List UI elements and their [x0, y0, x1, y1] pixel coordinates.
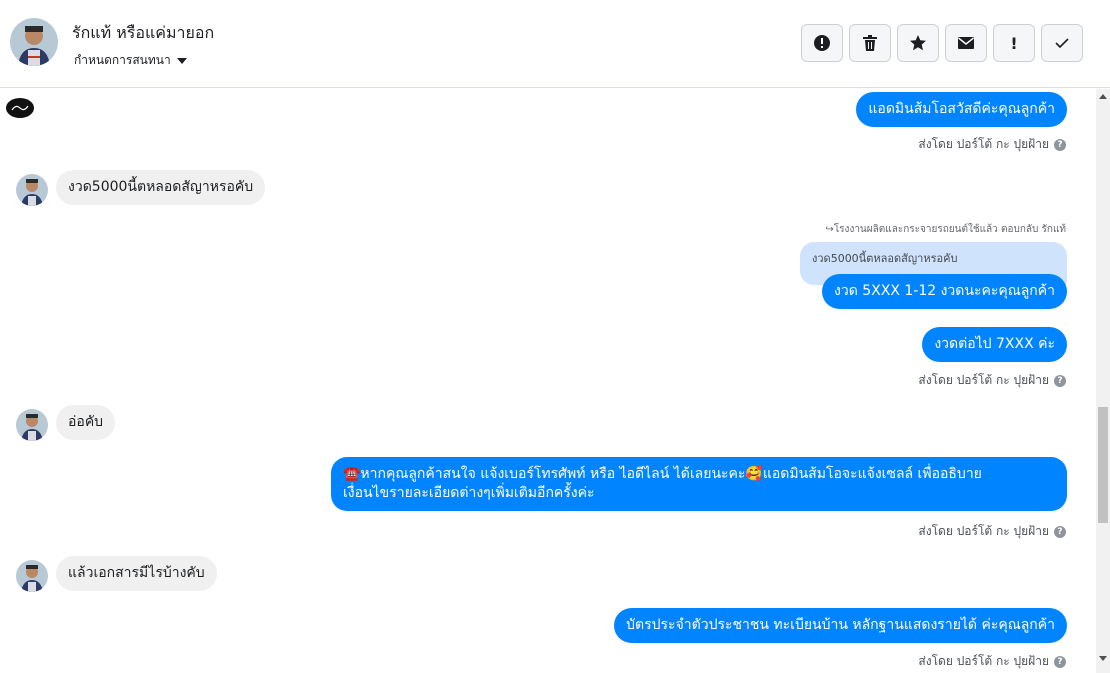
- sent-by-text: ส่งโดย ปอร์โต้ กะ ปุยฝ้าย: [918, 137, 1049, 151]
- conversation-header: รักแท้ หรือแค่มายอก กำหนดการสนทนา !: [0, 0, 1110, 88]
- star-button[interactable]: [897, 24, 939, 62]
- mark-spam-button[interactable]: [801, 24, 843, 62]
- exclamation-icon: !: [1010, 33, 1018, 53]
- thread-scrollbar[interactable]: [1096, 89, 1110, 673]
- page-logo-avatar: [6, 98, 34, 118]
- contact-avatar-small: [16, 560, 48, 592]
- sent-by-text: ส่งโดย ปอร์โต้ กะ ปุยฝ้าย: [918, 373, 1049, 387]
- sent-by-label: ส่งโดย ปอร์โต้ กะ ปุยฝ้าย?: [918, 371, 1066, 390]
- message-outgoing: งวด 5XXX 1-12 งวดนะคะคุณลูกค้า: [822, 274, 1067, 309]
- sent-by-label: ส่งโดย ปอร์โต้ กะ ปุยฝ้าย?: [918, 135, 1066, 154]
- help-icon[interactable]: ?: [1054, 374, 1066, 387]
- message-incoming: แล้วเอกสารมีไรบ้างคับ: [56, 556, 217, 591]
- scroll-down-arrow-icon[interactable]: [1099, 656, 1107, 661]
- message-outgoing: แอดมินส้มโอสวัสดีค่ะคุณลูกค้า: [856, 92, 1067, 127]
- contact-name: รักแท้ หรือแค่มายอก: [72, 23, 215, 42]
- reply-header-text: โรงงานผลิตและกระจายรถยนต์ใช้แล้ว ตอบกลับ…: [833, 224, 1066, 235]
- scrollbar-thumb[interactable]: [1098, 407, 1108, 523]
- message-outgoing: ☎️หากคุณลูกค้าสนใจ แจ้งเบอร์โทรศัพท์ หรื…: [331, 457, 1067, 511]
- conversation-toolbar: !: [801, 24, 1083, 62]
- contact-avatar[interactable]: [10, 18, 58, 66]
- message-line: เงื่อนไขรายละเอียดต่างๆเพิ่มเติมอีกครั้ง…: [343, 485, 595, 501]
- help-icon[interactable]: ?: [1054, 525, 1066, 538]
- assign-conversation-dropdown[interactable]: กำหนดการสนทนา: [74, 51, 187, 70]
- check-icon: [1055, 38, 1069, 49]
- sent-by-label: ส่งโดย ปอร์โต้ กะ ปุยฝ้าย?: [918, 522, 1066, 541]
- mark-done-button[interactable]: [1041, 24, 1083, 62]
- help-icon[interactable]: ?: [1054, 655, 1066, 668]
- trash-icon: [863, 35, 877, 51]
- follow-up-button[interactable]: !: [993, 24, 1035, 62]
- contact-avatar-small: [16, 409, 48, 441]
- help-icon[interactable]: ?: [1054, 138, 1066, 151]
- message-line: ☎️หากคุณลูกค้าสนใจ แจ้งเบอร์โทรศัพท์ หรื…: [343, 466, 982, 482]
- sent-by-text: ส่งโดย ปอร์โต้ กะ ปุยฝ้าย: [918, 654, 1049, 668]
- contact-avatar-small: [16, 174, 48, 206]
- caret-down-icon: [176, 58, 187, 64]
- sent-by-label: ส่งโดย ปอร์โต้ กะ ปุยฝ้าย?: [918, 652, 1066, 671]
- message-outgoing: งวดต่อไป 7XXX ค่ะ: [922, 327, 1067, 362]
- sent-by-text: ส่งโดย ปอร์โต้ กะ ปุยฝ้าย: [918, 524, 1049, 538]
- delete-button[interactable]: [849, 24, 891, 62]
- alert-circle-icon: [814, 35, 830, 51]
- message-thread[interactable]: แอดมินส้มโอสวัสดีค่ะคุณลูกค้า ส่งโดย ปอร…: [0, 89, 1096, 673]
- assign-label: กำหนดการสนทนา: [74, 53, 171, 67]
- mark-unread-button[interactable]: [945, 24, 987, 62]
- star-icon: [910, 35, 926, 51]
- message-outgoing: บัตรประจำตัวประชาชน ทะเบียนบ้าน หลักฐานแ…: [614, 608, 1067, 643]
- reply-header: ↪โรงงานผลิตและกระจายรถยนต์ใช้แล้ว ตอบกลั…: [825, 224, 1066, 235]
- scroll-up-arrow-icon[interactable]: [1099, 94, 1107, 99]
- message-incoming: งวด5000นี้ตหลอดสัญาหรอคับ: [56, 170, 266, 205]
- envelope-icon: [958, 37, 974, 49]
- message-incoming: อ่อคับ: [56, 405, 116, 440]
